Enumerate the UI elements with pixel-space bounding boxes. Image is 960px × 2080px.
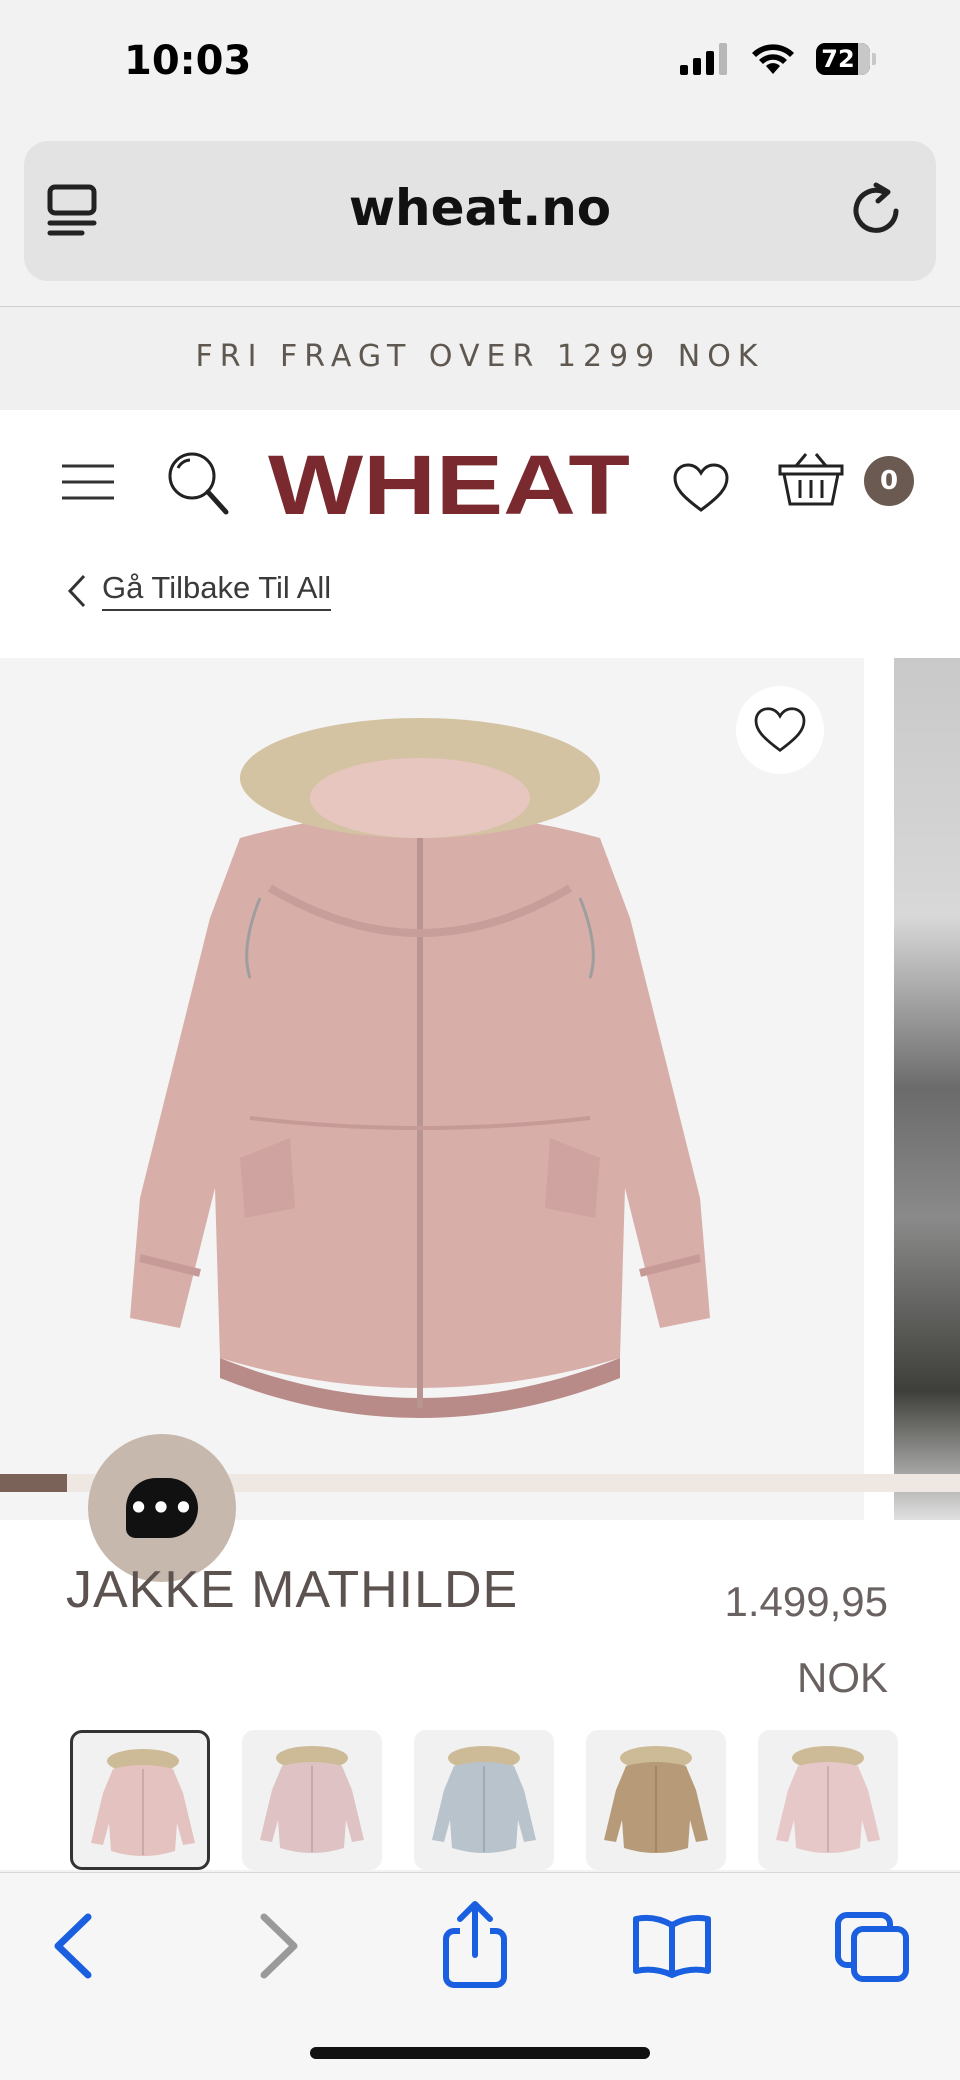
wheat-logo[interactable]: WHEAT [266, 448, 632, 518]
share-icon[interactable] [440, 1899, 510, 1989]
home-indicator [310, 2047, 650, 2059]
jacket-thumbnail-image [91, 1749, 195, 1856]
wifi-icon [752, 44, 794, 74]
product-page: WHEAT 0 Gå Tilbake Til All ••• JAKKE MAT… [0, 410, 960, 1870]
add-to-wishlist-button[interactable] [736, 686, 824, 774]
heart-icon [754, 707, 806, 753]
product-currency: NOK [796, 1654, 888, 1701]
shipping-banner: FRI FRAGT OVER 1299 NOK [0, 307, 960, 410]
gallery-progress-fill [0, 1474, 68, 1492]
variant-thumbnail-khaki[interactable] [586, 1730, 726, 1870]
jacket-thumbnail-image [260, 1746, 364, 1853]
jacket-thumbnail-image [776, 1746, 880, 1853]
product-gallery[interactable] [0, 658, 960, 1520]
product-image[interactable] [0, 658, 864, 1520]
forward-icon[interactable] [254, 1911, 304, 1981]
search-icon[interactable] [166, 450, 230, 516]
banner-text: FRI FRAGT OVER 1299 NOK [195, 339, 765, 374]
variant-thumbnails [70, 1730, 960, 1870]
url-text[interactable]: wheat.no [24, 179, 936, 237]
jacket-image [130, 718, 710, 1418]
chevron-left-icon [67, 574, 86, 607]
next-product-image[interactable] [894, 658, 960, 1520]
menu-icon[interactable] [60, 462, 116, 502]
status-bar: 10:03 72 [0, 0, 960, 130]
battery-icon: 72 [816, 43, 876, 75]
signal-icon [680, 43, 727, 75]
basket-icon[interactable] [778, 450, 844, 508]
jacket-thumbnail-image [604, 1746, 708, 1853]
address-bar[interactable]: wheat.no [24, 141, 936, 281]
reload-icon[interactable] [850, 181, 906, 241]
back-link[interactable]: Gå Tilbake Til All [66, 570, 332, 611]
variant-thumbnail-rose-floral[interactable] [242, 1730, 382, 1870]
variant-thumbnail-blue-floral[interactable] [414, 1730, 554, 1870]
cart-count-badge[interactable]: 0 [864, 456, 914, 506]
back-icon[interactable] [48, 1911, 98, 1981]
chat-icon: ••• [126, 1478, 198, 1538]
bookmarks-icon[interactable] [632, 1911, 712, 1979]
svg-text:WHEAT: WHEAT [268, 448, 630, 518]
browser-toolbar [0, 1872, 960, 2080]
status-time: 10:03 [124, 38, 252, 84]
tabs-icon[interactable] [834, 1911, 910, 1983]
variant-thumbnail-pink-floral[interactable] [758, 1730, 898, 1870]
product-title: JAKKE MATHILDE [66, 1561, 519, 1619]
product-price: 1.499,95 [724, 1578, 889, 1625]
battery-level: 72 [821, 45, 855, 73]
variant-thumbnail-rose[interactable] [70, 1730, 210, 1870]
jacket-thumbnail-image [432, 1746, 536, 1853]
wishlist-icon[interactable] [672, 462, 730, 514]
status-icons: 72 [680, 42, 876, 76]
back-link-label[interactable]: Gå Tilbake Til All [102, 570, 332, 611]
site-header: WHEAT 0 [0, 410, 960, 550]
